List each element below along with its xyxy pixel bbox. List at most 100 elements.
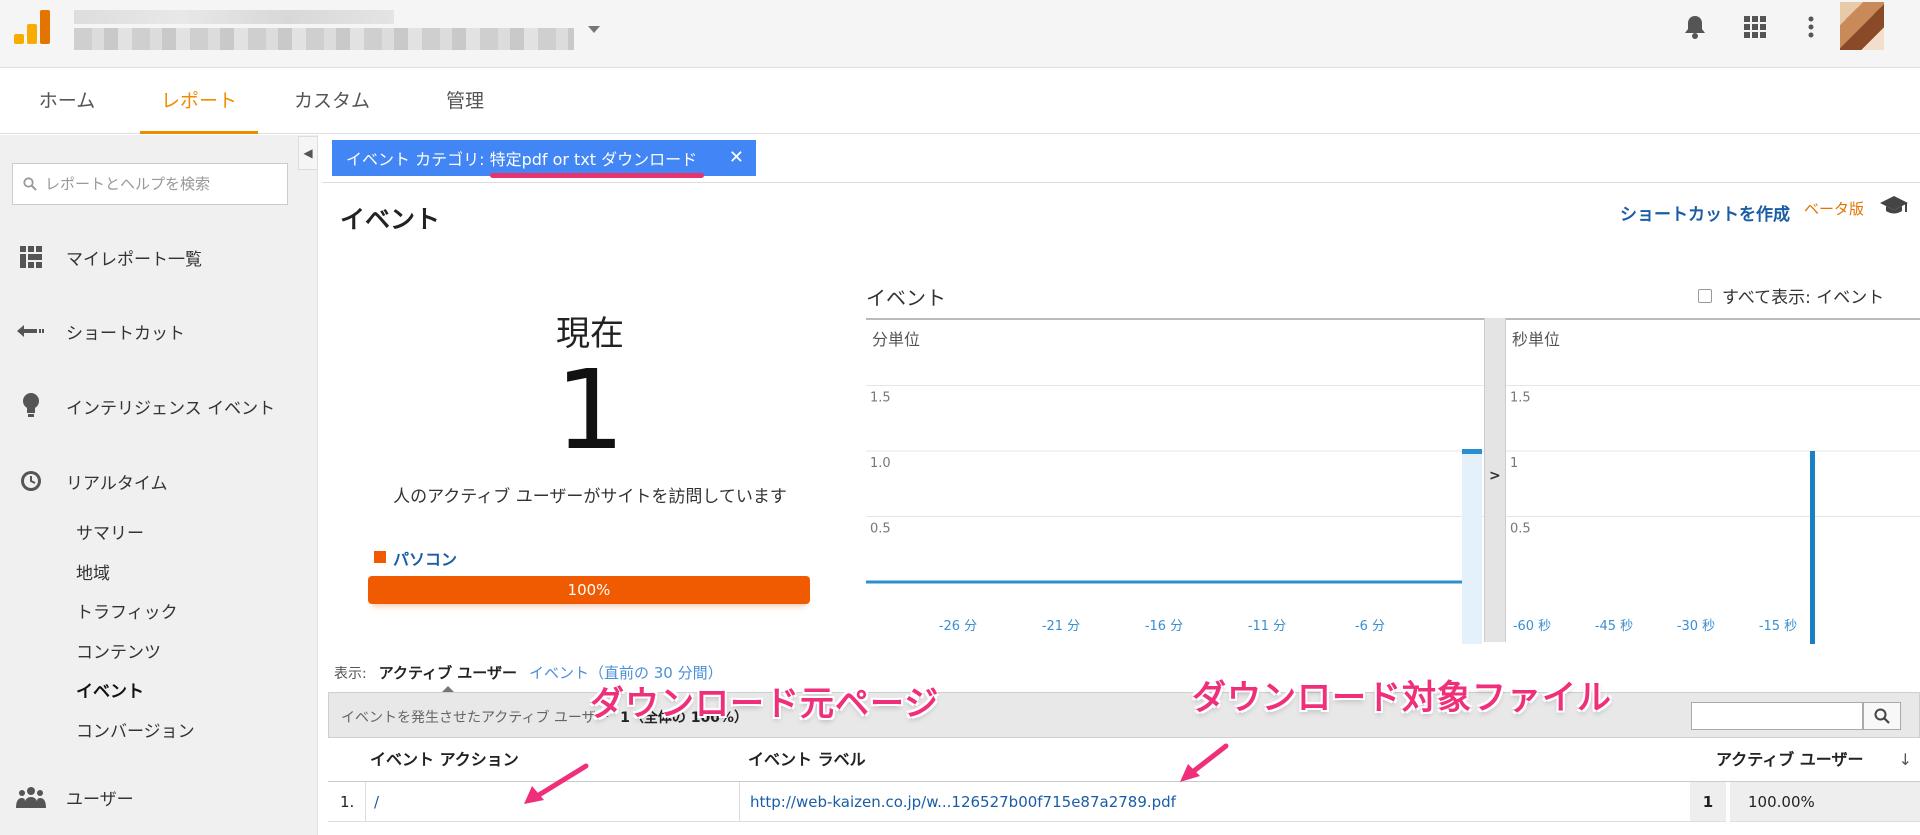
sidebar-sub-location[interactable]: 地域 xyxy=(76,559,110,589)
table-search-input[interactable] xyxy=(1691,702,1863,730)
annotation-arrow-icon xyxy=(1180,743,1229,782)
sidebar-item-shortcuts[interactable]: ショートカット xyxy=(0,311,318,351)
sidebar-item-label: ショートカット xyxy=(66,323,185,344)
chevron-left-icon: ◀ xyxy=(303,146,313,160)
filter-chip[interactable]: イベント カテゴリ: 特定pdf or txt ダウンロード ✕ xyxy=(332,140,756,176)
analytics-logo-icon[interactable] xyxy=(14,8,52,44)
table-search-button[interactable] xyxy=(1863,702,1901,730)
shortcut-arrow-icon xyxy=(16,316,46,346)
sidebar-sub-summary[interactable]: サマリー xyxy=(76,519,144,549)
search-icon xyxy=(23,177,37,191)
display-label: 表示: xyxy=(334,665,367,682)
sidebar-item-label: インテリジェンス イベント xyxy=(66,398,276,419)
more-vert-icon[interactable] xyxy=(1794,10,1828,44)
x-tick-label: -6 分 xyxy=(1355,619,1385,634)
show-all-toggle[interactable]: すべて表示: イベント xyxy=(1698,283,1884,308)
row-event-label-link[interactable]: http://web-kaizen.co.jp/w...126527b00f71… xyxy=(740,782,1690,822)
y-tick-label: 1.5 xyxy=(870,391,891,406)
y-tick-label: 1.0 xyxy=(870,456,891,471)
column-header-active-users[interactable]: アクティブ ユーザー ↓ xyxy=(1690,738,1920,782)
sort-arrow-down-icon[interactable]: ↓ xyxy=(1899,738,1912,782)
device-legend-swatch xyxy=(374,551,386,563)
active-users-count: 1 xyxy=(555,346,625,474)
account-selector-blurred[interactable] xyxy=(74,10,584,50)
row-active-users: 1 xyxy=(1690,782,1726,822)
sidebar-sub-events[interactable]: イベント xyxy=(76,677,144,707)
lightbulb-icon xyxy=(16,391,46,421)
chart-splitter[interactable]: > xyxy=(1484,318,1506,642)
sidebar-item-my-reports[interactable]: マイレポート一覧 xyxy=(0,237,318,277)
people-icon xyxy=(16,782,46,812)
annotation-arrow-icon xyxy=(524,763,589,804)
table-summary-prefix: イベントを発生させたアクティブ ユーザー xyxy=(341,710,610,726)
notifications-bell-icon[interactable] xyxy=(1678,10,1712,44)
device-share-bar: 100% xyxy=(368,576,810,604)
display-active-users[interactable]: アクティブ ユーザー xyxy=(379,662,517,693)
y-tick-label: 1 xyxy=(1510,456,1518,471)
beta-badge: ベータ版 xyxy=(1804,200,1865,218)
tab-reports[interactable]: レポート xyxy=(140,68,258,134)
sidebar-item-intelligence[interactable]: インテリジェンス イベント xyxy=(0,386,318,426)
seconds-chart-label: 秒単位 xyxy=(1512,330,1561,349)
sidebar-sub-content[interactable]: コンテンツ xyxy=(76,638,161,668)
sidebar-item-label: リアルタイム xyxy=(66,473,168,494)
minutes-chart: 1.51.00.5-26 分-21 分-16 分-11 分-6 分-1分 分単位 xyxy=(866,318,1484,644)
annotation-underline xyxy=(490,173,704,178)
sidebar-item-label: マイレポート一覧 xyxy=(66,249,202,270)
row-index: 1. xyxy=(328,782,366,822)
x-tick-label: -21 分 xyxy=(1042,619,1080,634)
x-tick-label: -26 分 xyxy=(939,619,977,634)
row-active-users-share: 100.00% xyxy=(1730,782,1920,822)
sidebar-item-label: ユーザー xyxy=(66,789,134,810)
chart-title: イベント xyxy=(866,286,946,310)
chevron-down-icon[interactable] xyxy=(588,26,600,33)
bar-1 xyxy=(1462,449,1482,454)
x-tick-label: -11 分 xyxy=(1248,619,1286,634)
close-icon[interactable]: ✕ xyxy=(729,147,744,168)
tab-custom[interactable]: カスタム xyxy=(276,68,388,134)
x-tick-label: -16 分 xyxy=(1145,619,1183,634)
sidebar-item-users[interactable]: ユーザー xyxy=(0,777,318,817)
device-legend-label[interactable]: パソコン xyxy=(393,546,457,570)
x-tick-label: -15 秒 xyxy=(1759,619,1797,634)
chevron-right-icon: > xyxy=(1489,468,1501,484)
sidebar-search[interactable] xyxy=(12,163,288,205)
sidebar-sub-conversions[interactable]: コンバージョン xyxy=(76,717,195,747)
y-tick-label: 0.5 xyxy=(870,522,891,537)
main-tabs: ホーム レポート カスタム 管理 xyxy=(0,68,1920,134)
device-share-percent: 100% xyxy=(567,581,611,599)
avatar[interactable] xyxy=(1840,2,1884,50)
graduation-cap-icon[interactable] xyxy=(1880,196,1908,220)
active-users-description: 人のアクティブ ユーザーがサイトを訪問しています xyxy=(393,487,787,507)
filter-chip-label: イベント カテゴリ: 特定pdf or txt ダウンロード xyxy=(346,150,698,169)
search-icon xyxy=(1874,708,1890,724)
sidebar-sub-traffic[interactable]: トラフィック xyxy=(76,598,178,628)
apps-grid-icon[interactable] xyxy=(1738,10,1772,44)
tab-home[interactable]: ホーム xyxy=(20,68,114,134)
y-tick-label: 0.5 xyxy=(1510,522,1531,537)
search-input[interactable] xyxy=(45,175,275,193)
minutes-chart-label: 分単位 xyxy=(872,330,921,349)
sidebar-collapse-button[interactable]: ◀ xyxy=(298,136,318,170)
table-toolbar: イベントを発生させたアクティブ ユーザー 1（全体の 100%） xyxy=(328,692,1920,738)
sidebar: マイレポート一覧 ショートカット インテリジェンス イベント リアルタイム サマ… xyxy=(0,135,318,835)
sidebar-item-realtime[interactable]: リアルタイム xyxy=(0,461,318,501)
top-bar xyxy=(0,0,1920,68)
annotation-source-page: ダウンロード元ページ xyxy=(590,684,940,724)
create-shortcut-link[interactable]: ショートカットを作成 xyxy=(1620,200,1790,225)
bar-1 xyxy=(1810,451,1815,644)
column-header-label: アクティブ ユーザー xyxy=(1716,750,1864,769)
x-tick-label: -45 秒 xyxy=(1595,619,1633,634)
dashboard-grid-icon xyxy=(16,242,46,272)
show-all-label: すべて表示: イベント xyxy=(1722,288,1885,308)
x-tick-label: -60 秒 xyxy=(1513,619,1551,634)
bar-highlight xyxy=(1462,451,1482,644)
show-all-checkbox[interactable] xyxy=(1698,288,1712,303)
x-tick-label: -30 秒 xyxy=(1677,619,1715,634)
tab-admin[interactable]: 管理 xyxy=(434,68,496,134)
annotation-target-file: ダウンロード対象ファイル xyxy=(1192,678,1612,718)
page-title: イベント xyxy=(340,205,441,234)
clock-icon xyxy=(16,466,46,496)
y-tick-label: 1.5 xyxy=(1510,391,1531,406)
seconds-chart: 1.5 1 0.5 -60 秒 -45 秒 -30 秒 -15 秒 秒単位 xyxy=(1506,318,1920,644)
